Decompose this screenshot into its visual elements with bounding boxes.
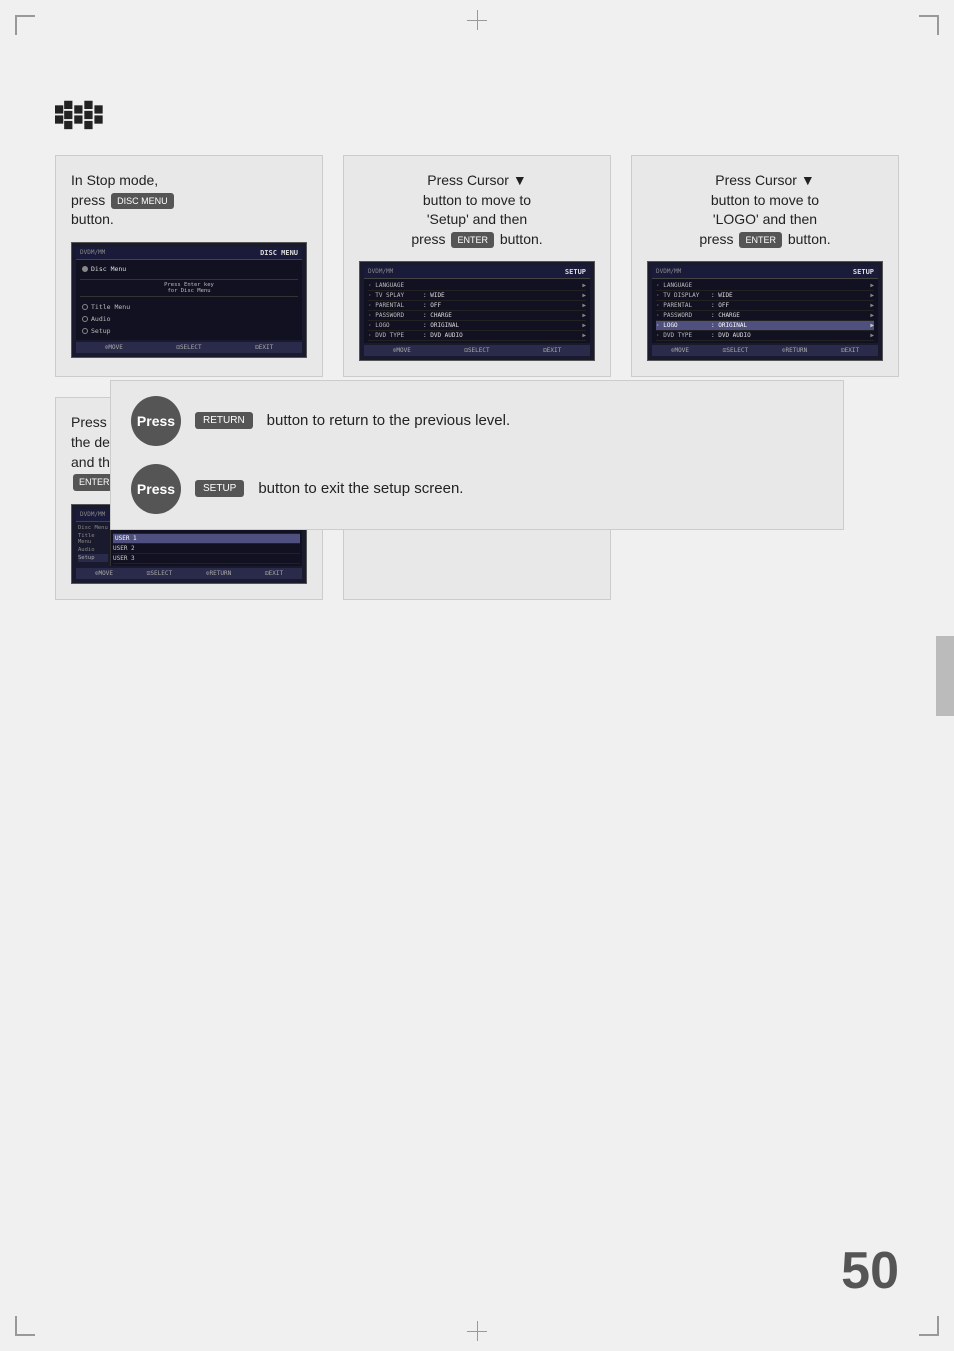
step3-button: ENTER bbox=[739, 232, 782, 249]
step3-row-0: · LANGUAGE▶ bbox=[656, 281, 874, 291]
press-circle-1: Press bbox=[131, 396, 181, 446]
step2-screen-title-right: SETUP bbox=[565, 268, 586, 276]
step3-screen-title-left: DVDM/MM bbox=[656, 268, 681, 276]
step2-row-0: · LANGUAGE▶ bbox=[368, 281, 586, 291]
corner-mark-tl bbox=[15, 15, 35, 35]
step1-button: DISC MENU bbox=[111, 193, 174, 210]
step-box-2: Press Cursor ▼ button to move to 'Setup'… bbox=[343, 155, 611, 377]
step1-screen-title-right: DISC MENU bbox=[260, 249, 298, 257]
step1-screen-body: Disc Menu Press Enter keyfor Disc Menu T… bbox=[76, 260, 302, 340]
step2-row-5: · DVD TYPE: DVD AUDIO▶ bbox=[368, 331, 586, 341]
corner-mark-bl bbox=[15, 1316, 35, 1336]
step1-screen-title-left: DVDM/MM bbox=[80, 249, 105, 257]
step1-nav-disc-menu: Disc Menu bbox=[80, 264, 298, 274]
step3-row-4-highlighted: · LOGO: ORIGINAL▶ bbox=[656, 321, 874, 331]
step4-user1-row: USER 1 bbox=[113, 534, 300, 544]
step1-screen-footer: ⊙MOVE⊡SELECT⊡EXIT bbox=[76, 342, 302, 353]
corner-mark-tr bbox=[919, 15, 939, 35]
instr1-button: RETURN bbox=[195, 412, 253, 429]
step3-row-3: · PASSWORD: CHARGE▶ bbox=[656, 311, 874, 321]
step3-row-1: · TV DISPLAY: WIDE▶ bbox=[656, 291, 874, 301]
step2-row-1: · TV SPLAY: WIDE▶ bbox=[368, 291, 586, 301]
step3-screen-title-right: SETUP bbox=[853, 268, 874, 276]
step3-screen-body: · LANGUAGE▶ · TV DISPLAY: WIDE▶ · PARENT… bbox=[652, 279, 878, 343]
step1-screen: DVDM/MM DISC MENU Disc Menu Press Enter … bbox=[71, 242, 307, 358]
crosshair-top bbox=[467, 10, 487, 30]
instr2-button: SETUP bbox=[195, 480, 244, 497]
right-tab bbox=[936, 636, 954, 716]
instr2-description: button to exit the setup screen. bbox=[258, 480, 463, 497]
crosshair-bottom bbox=[467, 1321, 487, 1341]
page-number: 50 bbox=[841, 1241, 899, 1301]
logo-area bbox=[55, 100, 110, 145]
step3-row-2: · PARENTAL: OFF▶ bbox=[656, 301, 874, 311]
step2-row-4: · LOGO: ORIGINAL▶ bbox=[368, 321, 586, 331]
main-content: In Stop mode, press DISC MENU button. DV… bbox=[55, 155, 899, 630]
instruction-1: Press RETURN button to return to the pre… bbox=[131, 396, 823, 446]
step3-screen: DVDM/MM SETUP · LANGUAGE▶ · TV DISPLAY: … bbox=[647, 261, 883, 361]
step2-row-3: · PASSWORD: CHARGE▶ bbox=[368, 311, 586, 321]
step-box-1: In Stop mode, press DISC MENU button. DV… bbox=[55, 155, 323, 377]
step3-screen-footer: ⊙MOVE⊡SELECT⊙RETURN⊡EXIT bbox=[652, 345, 878, 356]
press-circle-2: Press bbox=[131, 464, 181, 514]
press-word-2: Press bbox=[137, 481, 175, 497]
steps-grid-top: In Stop mode, press DISC MENU button. DV… bbox=[55, 155, 899, 377]
instr1-description: button to return to the previous level. bbox=[267, 412, 510, 429]
step1-nav-setup: Setup bbox=[80, 326, 298, 336]
bottom-instructions: Press RETURN button to return to the pre… bbox=[110, 380, 844, 530]
step1-nav-title: Title Menu bbox=[80, 302, 298, 312]
corner-mark-br bbox=[919, 1316, 939, 1336]
step1-notice: Press Enter keyfor Disc Menu bbox=[80, 279, 298, 297]
step1-text: In Stop mode, press DISC MENU button. bbox=[71, 171, 307, 230]
step2-screen-footer: ⊙MOVE⊡SELECT⊡EXIT bbox=[364, 345, 590, 356]
step2-screen-title-left: DVDM/MM bbox=[368, 268, 393, 276]
step2-screen: DVDM/MM SETUP · LANGUAGE▶ · TV SPLAY: WI… bbox=[359, 261, 595, 361]
step3-row-5: · DVD TYPE: DVD AUDIO▶ bbox=[656, 331, 874, 341]
press-word-1: Press bbox=[137, 413, 175, 429]
step2-button: ENTER bbox=[451, 232, 494, 249]
step-box-3: Press Cursor ▼ button to move to 'LOGO' … bbox=[631, 155, 899, 377]
step2-screen-body: · LANGUAGE▶ · TV SPLAY: WIDE▶ · PARENTAL… bbox=[364, 279, 590, 343]
step4-screen-footer: ⊙MOVE⊡SELECT⊙RETURN⊡EXIT bbox=[76, 568, 302, 579]
step4-user2-row: USER 2 bbox=[113, 544, 300, 554]
step2-text: Press Cursor ▼ button to move to 'Setup'… bbox=[411, 171, 542, 249]
instruction-2: Press SETUP button to exit the setup scr… bbox=[131, 464, 823, 514]
step3-text: Press Cursor ▼ button to move to 'LOGO' … bbox=[699, 171, 830, 249]
step4-user3-row: USER 3 bbox=[113, 554, 300, 564]
logo-icon bbox=[55, 100, 110, 140]
step1-nav-audio: Audio bbox=[80, 314, 298, 324]
step2-row-2: · PARENTAL: OFF▶ bbox=[368, 301, 586, 311]
